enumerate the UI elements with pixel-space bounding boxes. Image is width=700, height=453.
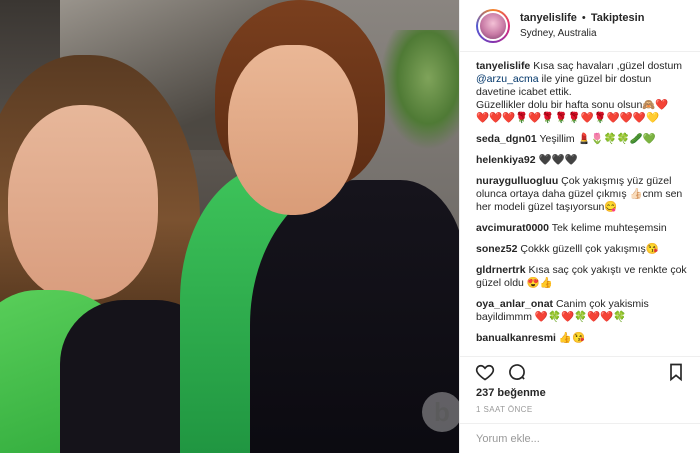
comment-item: banualkanresmi 👍😘 (476, 332, 687, 345)
username-link[interactable]: tanyelislife (520, 12, 577, 24)
follow-status[interactable]: Takiptesin (591, 12, 645, 24)
comment-text: 👍😘 (558, 332, 586, 344)
person-left-face (8, 105, 158, 300)
comment-item: nuraygulluogluu Çok yakışmış yüz güzel o… (476, 175, 687, 214)
comment-username[interactable]: gldrnertrk (476, 264, 526, 276)
post-header: tanyelislife • Takiptesin Sydney, Austra… (460, 0, 700, 52)
header-text: tanyelislife • Takiptesin Sydney, Austra… (520, 11, 644, 41)
caption-text-1: Kısa saç havaları ,güzel dostum (533, 60, 683, 72)
location-link[interactable]: Sydney, Australia (520, 26, 644, 41)
watermark-logo: b (422, 392, 459, 432)
comment-username[interactable]: avcimurat0000 (476, 222, 549, 234)
comment-item: avcimurat0000 Tek kelime muhteşemsin (476, 222, 687, 235)
background-plant (380, 30, 459, 150)
comment-username[interactable]: helenkiya92 (476, 154, 536, 166)
comment-username[interactable]: oya_anlar_onat (476, 298, 553, 310)
avatar-image (478, 10, 508, 41)
caption-text-3: Güzellikler dolu bir hafta sonu olsun🙈❤️ (476, 99, 669, 111)
avatar[interactable] (476, 8, 510, 43)
comments-list[interactable]: tanyelislife Kısa saç havaları ,güzel do… (460, 60, 700, 356)
comment-item: helenkiya92 🖤🖤🖤 (476, 154, 687, 167)
person-right-face (228, 45, 358, 215)
comment-icon[interactable] (506, 361, 528, 383)
caption: tanyelislife Kısa saç havaları ,güzel do… (476, 60, 687, 125)
comment-username[interactable]: seda_dgn01 (476, 133, 537, 145)
comment-username[interactable]: sonez52 (476, 243, 517, 255)
caption-emojis: ❤️❤️❤️🌹❤️🌹🌹🌹❤️🌹❤️❤️❤️💛 (476, 112, 660, 124)
comment-text: 🖤🖤🖤 (538, 154, 578, 166)
action-bar (460, 356, 700, 386)
post-side-panel: tanyelislife • Takiptesin Sydney, Austra… (459, 0, 700, 453)
comment-item: sonez52 Çokkk güzelll çok yakışmış😘 (476, 243, 687, 256)
comment-username[interactable]: banualkanresmi (476, 332, 556, 344)
comment-input[interactable] (476, 432, 685, 445)
add-comment-bar (460, 423, 700, 453)
comment-text: Çokkk güzelll çok yakışmış😘 (520, 243, 659, 255)
likes-count[interactable]: 237 beğenme (476, 387, 546, 399)
post-timestamp[interactable]: 1 SAAT ÖNCE (476, 405, 533, 414)
comment-text: Tek kelime muhteşemsin (551, 222, 667, 234)
comment-item: gldrnertrk Kısa saç çok yakıştı ve renkt… (476, 264, 687, 290)
comment-item: seda_dgn01 Yeşillim 💄🌷🍀🍀🥒💚 (476, 133, 687, 146)
bookmark-icon[interactable] (665, 361, 687, 383)
caption-username[interactable]: tanyelislife (476, 60, 530, 72)
caption-mention[interactable]: @arzu_acma (476, 73, 539, 85)
post-photo[interactable]: b (0, 0, 459, 453)
heart-icon[interactable] (474, 361, 496, 383)
separator-dot: • (581, 11, 586, 24)
comment-text: Yeşillim 💄🌷🍀🍀🥒💚 (539, 133, 657, 145)
comment-item: oya_anlar_onat Canim çok yakismis bayild… (476, 298, 687, 324)
comment-username[interactable]: nuraygulluogluu (476, 175, 558, 187)
